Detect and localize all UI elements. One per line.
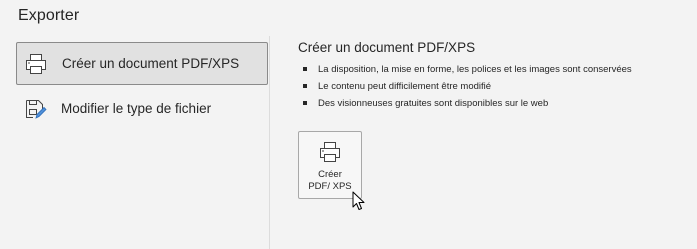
printer-icon bbox=[24, 52, 48, 76]
create-button-label: Créer PDF/ XPS bbox=[308, 169, 352, 192]
file-edit-icon bbox=[23, 97, 47, 121]
details-panel: Créer un document PDF/XPS La disposition… bbox=[298, 40, 688, 112]
list-item: Le contenu peut difficilement être modif… bbox=[298, 78, 688, 95]
bullet-icon bbox=[303, 101, 307, 105]
bullet-icon bbox=[303, 67, 307, 71]
bullet-icon bbox=[303, 84, 307, 88]
create-pdf-xps-button[interactable]: Créer PDF/ XPS bbox=[298, 131, 362, 199]
panel-divider bbox=[269, 36, 270, 249]
sidebar-item-label: Modifier le type de fichier bbox=[61, 101, 212, 116]
feature-list: La disposition, la mise en forme, les po… bbox=[298, 61, 688, 112]
page-title: Exporter bbox=[18, 7, 80, 24]
sidebar-item-change-file-type[interactable]: Modifier le type de fichier bbox=[16, 87, 268, 130]
sidebar-item-label: Créer un document PDF/XPS bbox=[62, 56, 240, 71]
list-item: Des visionneuses gratuites sont disponib… bbox=[298, 95, 688, 112]
mouse-cursor-icon bbox=[352, 191, 365, 210]
section-title: Créer un document PDF/XPS bbox=[298, 40, 476, 55]
sidebar-item-create-pdf-xps[interactable]: Créer un document PDF/XPS bbox=[16, 42, 268, 85]
printer-icon bbox=[320, 142, 340, 162]
export-options-panel: Créer un document PDF/XPS Modifier le ty… bbox=[0, 36, 270, 249]
list-item: La disposition, la mise en forme, les po… bbox=[298, 61, 688, 78]
